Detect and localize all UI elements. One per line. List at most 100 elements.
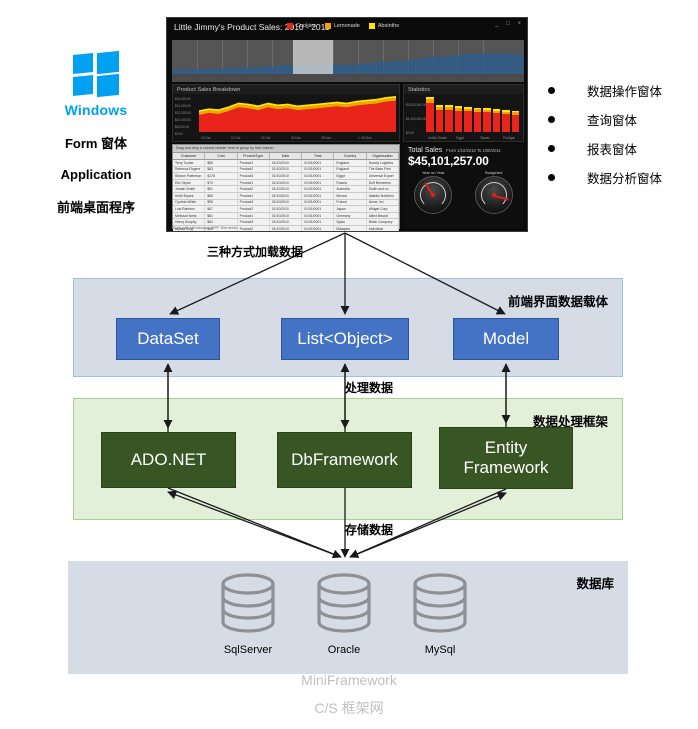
node-entity-framework[interactable]: Entity Framework	[439, 427, 573, 489]
database-cylinder-icon	[413, 573, 467, 633]
table-cell: $85	[205, 160, 238, 166]
y-tick: $8,000.00	[175, 125, 190, 129]
table-cell: 01/10/2010	[270, 186, 303, 192]
table-cell: Eric Taylor	[173, 179, 206, 186]
bullet-icon	[548, 145, 555, 152]
table-cell: 01/01/0001	[302, 219, 335, 225]
table-cell: 01/01/0001	[302, 179, 335, 186]
node-dataset[interactable]: DataSet	[116, 318, 220, 360]
column-header[interactable]: Country	[334, 153, 367, 159]
list-item: 报表窗体	[548, 134, 662, 163]
stats-x-tick: Egypt	[456, 136, 465, 140]
grid-header-row[interactable]: Customer Cost ProductType Date Time Coun…	[173, 152, 399, 160]
dashboard-screenshot: Little Jimmy's Product Sales: 2010 - 201…	[166, 17, 528, 232]
y-tick: $16,000.00	[175, 97, 191, 101]
node-model[interactable]: Model	[453, 318, 559, 360]
total-sales-amount: $45,101,257.00	[408, 154, 489, 168]
stats-x-tick: Taiwan	[480, 136, 490, 140]
table-row[interactable]: Eric Taylor $74 Product1 01/10/2010 01/01/00…	[173, 179, 399, 187]
table-cell: Dowdy Logistics	[367, 160, 399, 166]
column-header[interactable]: Customer	[173, 153, 206, 159]
diagram-canvas: Windows Form 窗体 Application 前端桌面程序 Littl…	[0, 0, 698, 729]
table-row[interactable]: Terry Tucker $85 Product1 01/10/2010 01/01/0…	[173, 160, 399, 167]
database-cylinder-icon	[317, 573, 371, 633]
table-row[interactable]: Sharon Patterson $178 Product3 01/10/2010 01…	[173, 173, 399, 180]
table-cell: 01/01/0001	[302, 160, 335, 166]
stats-x-tick: United States	[428, 136, 448, 140]
application-label: Application	[60, 167, 132, 182]
table-cell: Product1	[238, 212, 270, 219]
column-header[interactable]: Cost	[205, 153, 238, 159]
table-cell: $80	[205, 192, 238, 199]
table-cell: 01/10/2010	[270, 206, 303, 212]
grid-body: Terry Tucker $85 Product1 01/10/2010 01/01/0…	[173, 160, 399, 231]
gauge-dial	[474, 176, 513, 214]
list-item: 查询窗体	[548, 105, 662, 134]
watermark-miniframework: MiniFramework	[301, 672, 397, 688]
table-row[interactable]: Jordan Smith $91 Product2 01/10/2010 01/01/0…	[173, 186, 399, 193]
table-cell: Jordan Smith	[173, 186, 206, 192]
list-item-label: 报表窗体	[587, 143, 638, 157]
x-tick: 24 Oct	[261, 136, 271, 140]
table-cell: 01/10/2010	[270, 192, 303, 199]
table-cell: 01/01/0001	[302, 212, 335, 219]
table-row[interactable]: Rebecca Rogers $63 Product2 01/10/2010 01/01…	[173, 166, 399, 174]
y-tick: $14,000.00	[175, 104, 191, 108]
column-header[interactable]: Time	[302, 153, 335, 159]
table-cell: 01/01/0001	[302, 166, 335, 173]
x-tick: 12 Oct	[231, 136, 241, 140]
table-row[interactable]: Melissa Harris $81 Product1 01/10/2010 01/01…	[173, 212, 399, 220]
table-cell: Duff Breweries	[367, 179, 399, 186]
column-header[interactable]: Organisation	[367, 153, 399, 159]
list-item-label: 数据操作窗体	[587, 85, 663, 99]
table-cell: Melissa Harris	[173, 212, 206, 219]
table-cell: Product2	[238, 186, 270, 192]
table-row[interactable]: Cynthia White $95 Product3 01/10/2010 01/01/…	[173, 199, 399, 207]
table-cell: Acme, Inc.	[367, 199, 399, 206]
table-cell: Spain	[334, 219, 367, 225]
column-header[interactable]: ProductType	[238, 153, 270, 159]
stats-x-tick: Portugal	[503, 136, 515, 140]
table-cell: Malaysia	[334, 225, 367, 231]
table-cell: $63	[205, 166, 238, 173]
table-row[interactable]: Lois Ramirez $67 Product2 01/10/2010 01/01/0…	[173, 206, 399, 213]
node-dbframework[interactable]: DbFramework	[277, 432, 412, 488]
gauge-caption: Year on Year	[421, 170, 445, 175]
table-cell: 01/10/2010	[270, 173, 303, 179]
table-cell: Rebecca Rogers	[173, 166, 206, 173]
table-cell: Atlantic Northern	[367, 192, 399, 199]
gauge-caption: Budgeted	[485, 170, 503, 175]
table-cell: Egypt	[334, 173, 367, 179]
bullet-icon	[548, 174, 555, 181]
table-row[interactable]: Keith Bryant $80 Product1 01/10/2010 01/01/0…	[173, 192, 399, 200]
table-cell: 01/10/2010	[270, 160, 303, 166]
list-item: 数据分析窗体	[548, 163, 662, 192]
dashboard-titlebar: Little Jimmy's Product Sales: 2010 - 201…	[167, 18, 527, 38]
flow-label-store: 存储数据	[345, 523, 394, 537]
windows-brand-block: Windows Form 窗体 Application 前端桌面程序	[46, 50, 146, 216]
node-list-object[interactable]: List<Object>	[281, 318, 409, 360]
column-header[interactable]: Date	[270, 153, 303, 159]
table-cell: Mexico	[334, 192, 367, 199]
area-chart-svg	[199, 96, 396, 132]
table-cell: Product3	[238, 219, 270, 225]
table-cell: Lois Ramirez	[173, 206, 206, 212]
table-cell: 01/10/2010	[270, 219, 303, 225]
table-cell: England	[334, 166, 367, 173]
y-tick: $10,000.00	[175, 118, 191, 122]
node-ado-net[interactable]: ADO.NET	[101, 432, 236, 488]
table-cell: Product1	[238, 160, 270, 166]
windows-label: Windows	[64, 102, 128, 118]
x-tick: 1: 05 Nov	[358, 136, 372, 140]
y-tick: $0.00	[175, 132, 183, 136]
total-sales-label: Total Sales	[408, 147, 443, 154]
table-cell: Sharon Patterson	[173, 173, 206, 179]
table-cell: Cynthia White	[173, 199, 206, 206]
product-sales-breakdown-panel: Product Sales Breakdown $16,000.00 $14,0…	[172, 84, 400, 142]
database-items: SqlServer Oracle MySql	[214, 572, 474, 656]
customer-data-grid[interactable]: Drag and drop a column header here to gr…	[172, 144, 400, 231]
flow-label-process: 处理数据	[345, 381, 394, 395]
x-tick: 09 Nov	[321, 136, 332, 140]
table-cell: Germany	[334, 212, 367, 219]
table-cell: Terry Tucker	[173, 160, 206, 166]
